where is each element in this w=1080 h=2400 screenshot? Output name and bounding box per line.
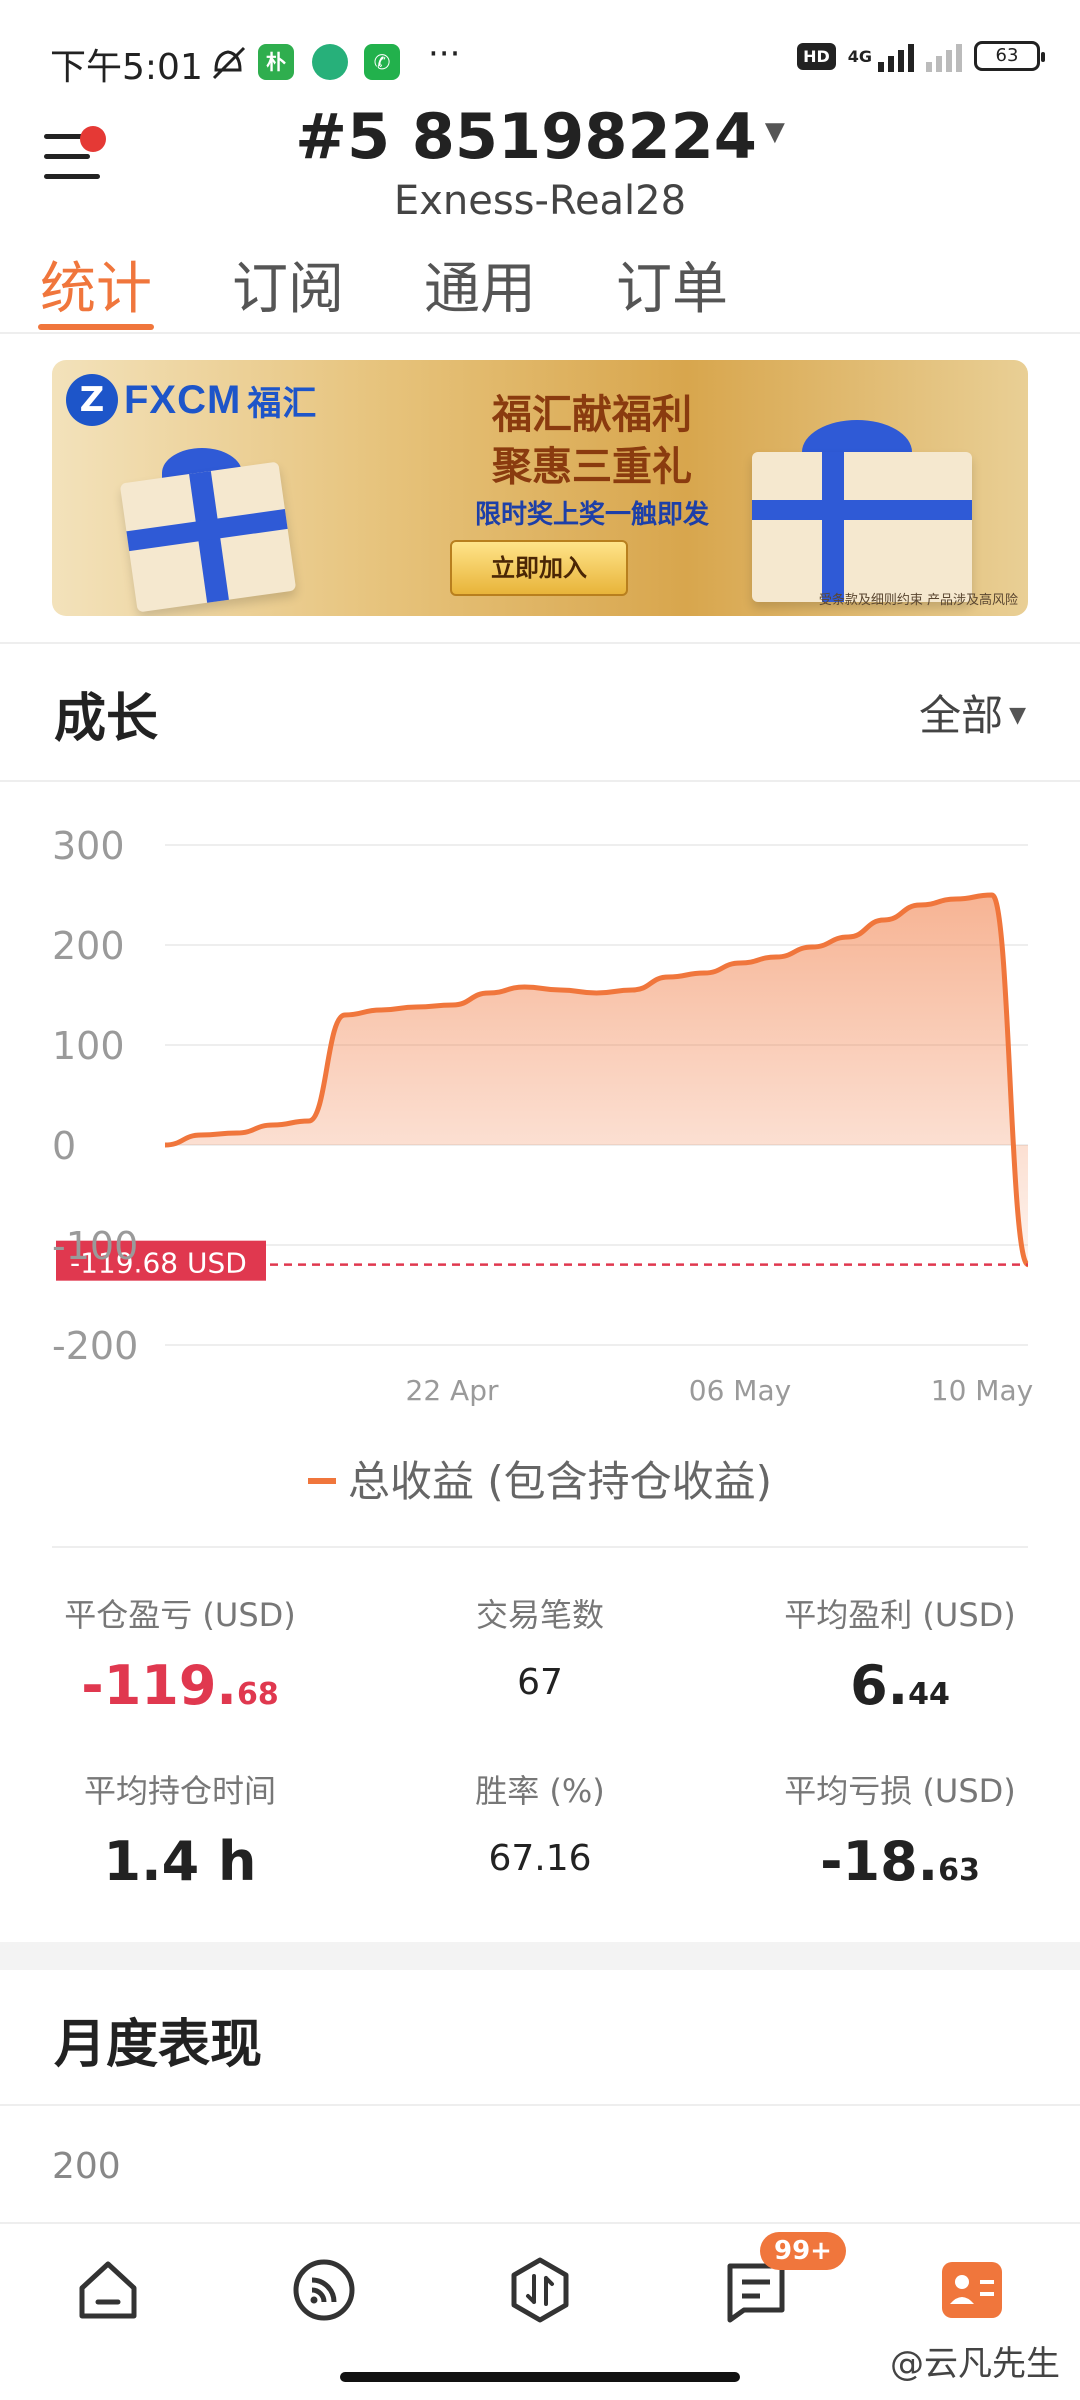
stat-avg-hold: 平均持仓时间 1.4 h <box>0 1766 360 1893</box>
tab-general[interactable]: 通用 <box>424 244 536 325</box>
messages-badge: 99+ <box>760 2232 846 2270</box>
more-notifications-icon: ··· <box>428 34 461 74</box>
network-type: 4G <box>847 46 872 66</box>
status-bar: 下午5:01 朴 ✆ ··· HD 4G 63 <box>0 0 1080 96</box>
divider <box>52 1546 1028 1548</box>
battery-icon: 63 <box>974 41 1045 71</box>
x-tick-label: 22 Apr <box>406 1374 499 1407</box>
y-tick-label: 100 <box>52 1024 125 1068</box>
y-tick-label: 200 <box>52 924 125 968</box>
status-time: 下午5:01 <box>50 47 203 88</box>
phone-icon: ✆ <box>364 44 400 80</box>
section-separator <box>0 1942 1080 1970</box>
stat-value: 1.4 h <box>103 1830 257 1893</box>
legend-swatch <box>307 1478 336 1484</box>
stat-closed-pl: 平仓盈亏 (USD) -119.68 <box>0 1590 360 1717</box>
banner-join-button[interactable]: 立即加入 <box>450 540 628 596</box>
y-tick-label: 300 <box>52 824 125 868</box>
gift-box-right-icon <box>752 452 972 602</box>
account-id: #5 85198224 <box>295 100 757 173</box>
mute-icon <box>212 46 246 80</box>
app-icon-globe <box>312 44 348 80</box>
active-tab-indicator <box>38 324 154 330</box>
watermark: @云凡先生 <box>890 2344 1060 2384</box>
account-server: Exness-Real28 <box>393 178 687 224</box>
stat-label: 平仓盈亏 (USD) <box>64 1596 296 1634</box>
stat-win-rate: 胜率 (%) 67.16 <box>360 1766 720 1879</box>
stat-value: -119.68 <box>81 1654 279 1717</box>
stat-label: 平均持仓时间 <box>83 1772 276 1810</box>
divider <box>0 2104 1080 2106</box>
banner-headline-1: 福汇献福利 <box>492 392 692 438</box>
brand-name: FXCM <box>124 377 242 422</box>
divider <box>0 642 1080 644</box>
stat-value: 6.44 <box>850 1654 950 1717</box>
promo-banner[interactable]: Z FXCM 福汇 福汇献福利 聚惠三重礼 限时奖上奖一触即发 立即加入 受条款… <box>52 360 1028 616</box>
x-tick-label: 06 May <box>689 1374 791 1407</box>
stat-label: 交易笔数 <box>475 1596 604 1634</box>
legend-label: 总收益 (包含持仓收益) <box>347 1457 773 1506</box>
tab-orders[interactable]: 订单 <box>616 244 728 325</box>
series-area <box>165 895 1028 1265</box>
growth-chart[interactable]: -119.68 USD 3002001000-100-20022 Apr 06 M… <box>0 800 1080 1420</box>
range-filter[interactable]: 全部 ▼ <box>919 682 1026 743</box>
stat-label: 平均盈利 (USD) <box>784 1596 1016 1634</box>
monthly-title: 月度表现 <box>54 2015 263 2075</box>
stat-avg-profit: 平均盈利 (USD) 6.44 <box>720 1590 1080 1717</box>
signal-2-icon <box>926 40 962 72</box>
y-tick-label: -200 <box>52 1324 138 1368</box>
divider <box>0 780 1080 782</box>
signal-icon <box>878 40 914 72</box>
stat-value: 67 <box>517 1662 563 1703</box>
tab-stats[interactable]: 统计 <box>40 244 152 325</box>
app-icon-pu: 朴 <box>258 44 294 80</box>
x-tick-label: 10 May <box>931 1374 1033 1407</box>
gift-box-left-icon <box>119 461 297 613</box>
stat-trades: 交易笔数 67 <box>360 1590 720 1703</box>
y-tick-label: 0 <box>52 1124 76 1168</box>
chevron-down-icon: ▼ <box>1009 703 1026 728</box>
range-filter-label: 全部 <box>919 691 1004 740</box>
y-tick-label: -100 <box>52 1224 138 1268</box>
profile-icon[interactable] <box>936 2254 1008 2326</box>
banner-subline: 限时奖上奖一触即发 <box>474 500 709 530</box>
stat-value: -18.63 <box>820 1830 980 1893</box>
fxcm-mark-icon: Z <box>66 374 118 426</box>
stat-value: 67.16 <box>488 1838 592 1879</box>
tab-subscribe[interactable]: 订阅 <box>232 244 344 325</box>
fxcm-logo: Z FXCM 福汇 <box>66 374 317 426</box>
stat-label: 平均亏损 (USD) <box>784 1772 1016 1810</box>
growth-title: 成长 <box>54 689 159 749</box>
chevron-down-icon: ▼ <box>764 117 785 147</box>
status-right: HD 4G 63 <box>797 40 1045 72</box>
trade-icon[interactable] <box>504 2254 576 2326</box>
tab-bar: 统计 订阅 通用 订单 <box>0 236 1080 334</box>
home-icon[interactable] <box>72 2254 144 2326</box>
monthly-y-tick: 200 <box>52 2146 121 2187</box>
stat-avg-loss: 平均亏损 (USD) -18.63 <box>720 1766 1080 1893</box>
account-selector[interactable]: #5 85198224 ▼ <box>0 100 1080 173</box>
signal-icon[interactable] <box>288 2254 360 2326</box>
banner-headline-2: 聚惠三重礼 <box>492 444 692 490</box>
chart-legend: 总收益 (包含持仓收益) <box>0 1448 1080 1509</box>
banner-disclaimer: 受条款及细则约束 产品涉及高风险 <box>818 593 1018 608</box>
brand-name-cn: 福汇 <box>247 384 318 423</box>
home-indicator[interactable] <box>340 2372 740 2382</box>
hd-icon: HD <box>797 42 836 70</box>
stat-label: 胜率 (%) <box>475 1772 605 1810</box>
